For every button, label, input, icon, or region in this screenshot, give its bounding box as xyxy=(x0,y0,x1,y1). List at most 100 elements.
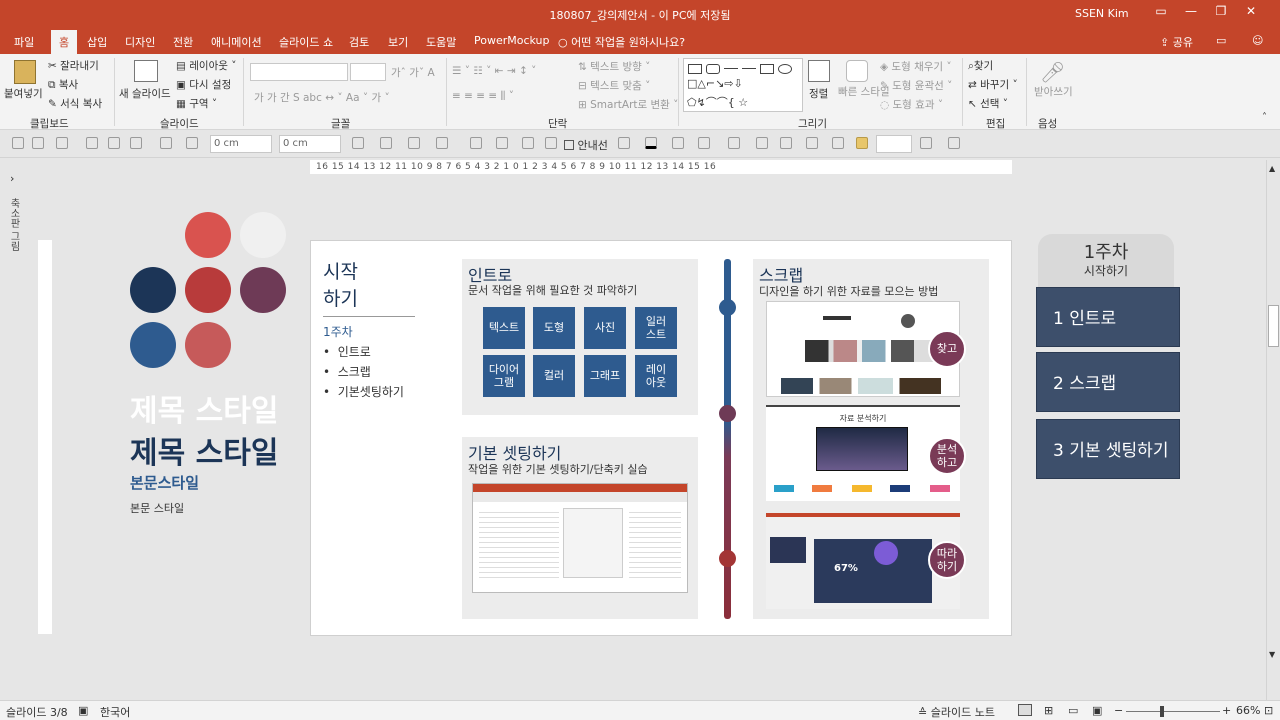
format-painter-button[interactable]: ✎ 서식 복사 xyxy=(48,96,102,111)
body-style-large[interactable]: 본문스타일 xyxy=(130,472,199,493)
arrow-line-shape-icon[interactable] xyxy=(742,68,756,69)
scroll-up-icon[interactable]: ▲ xyxy=(1269,164,1275,173)
toolbar-icon[interactable] xyxy=(56,137,68,149)
toolbar-combo[interactable] xyxy=(876,135,912,153)
zoom-slider-track[interactable] xyxy=(1126,711,1220,712)
rounded-rect-shape-icon[interactable] xyxy=(706,64,720,74)
setup-screenshot[interactable] xyxy=(472,483,688,593)
quick-styles-icon[interactable] xyxy=(846,60,868,82)
line-shape-icon[interactable] xyxy=(724,68,738,69)
select-button[interactable]: ↖ 선택 ˅ xyxy=(968,96,1008,111)
thumbnail-pane-collapsed[interactable]: › 축소판 그림 xyxy=(0,160,30,700)
tab-powermockup[interactable]: PowerMockup xyxy=(474,34,550,47)
close-icon[interactable]: ✕ xyxy=(1236,4,1266,24)
reset-button[interactable]: ▣ 다시 설정 xyxy=(176,77,231,92)
vertical-scrollbar[interactable]: ▲ ▼ xyxy=(1266,160,1280,700)
bullet-item[interactable]: • 인트로 xyxy=(323,343,371,360)
arrange-icon[interactable] xyxy=(808,60,830,82)
timeline-dot[interactable] xyxy=(719,550,736,567)
toolbar-icon[interactable] xyxy=(672,137,684,149)
topic-tile[interactable]: 그래프 xyxy=(584,355,626,397)
copy-button[interactable]: ⧉ 복사 xyxy=(48,77,78,92)
palette-circle[interactable] xyxy=(130,267,176,313)
palette-circle[interactable] xyxy=(240,212,286,258)
toolbar-icon[interactable] xyxy=(380,137,392,149)
toolbar-icon[interactable] xyxy=(948,137,960,149)
align-buttons[interactable]: ≡ ≡ ≡ ≡ ⫼ ˅ xyxy=(452,90,514,103)
spellcheck-icon[interactable]: ▣ xyxy=(78,704,88,717)
oval-shape-icon[interactable] xyxy=(778,64,792,74)
slide-canvas[interactable]: 시작 하기 1주차 • 인트로 • 스크랩 • 기본셋팅하기 인트로 문서 작업… xyxy=(310,240,1012,636)
topic-tile[interactable]: 도형 xyxy=(533,307,575,349)
toolbar-icon[interactable] xyxy=(522,137,534,149)
dictate-button[interactable]: 받아쓰기 xyxy=(1034,86,1073,98)
topic-tile[interactable]: 사진 xyxy=(584,307,626,349)
week-header-box[interactable]: 1주차 시작하기 xyxy=(1038,234,1174,290)
normal-view-icon[interactable] xyxy=(1018,704,1032,716)
timeline-dot[interactable] xyxy=(719,405,736,422)
ribbon-display-icon[interactable]: ▭ xyxy=(1146,4,1176,24)
title-style-dark[interactable]: 제목 스타일 xyxy=(130,428,278,472)
section-button[interactable]: ▦ 구역 ˅ xyxy=(176,96,217,111)
title-style-light[interactable]: 제목 스타일 xyxy=(130,386,278,430)
palette-circle[interactable] xyxy=(240,267,286,313)
tell-me-search[interactable]: ○ 어떤 작업을 원하시나요? xyxy=(558,34,685,50)
slideshow-icon[interactable]: ▣ xyxy=(1092,704,1102,717)
zoom-level[interactable]: 66% xyxy=(1236,704,1260,717)
paste-icon[interactable] xyxy=(14,60,36,84)
align-text-button[interactable]: ⊟ 텍스트 맞춤 ˅ xyxy=(578,78,650,93)
zoom-in-icon[interactable]: + xyxy=(1222,704,1231,717)
topic-tile[interactable]: 컬러 xyxy=(533,355,575,397)
toolbar-icon[interactable] xyxy=(12,137,24,149)
user-name[interactable]: SSEN Kim xyxy=(1075,7,1129,20)
tab-file[interactable]: 파일 xyxy=(14,34,34,50)
rectangle-shape-icon[interactable] xyxy=(688,64,702,74)
palette-circle[interactable] xyxy=(130,322,176,368)
language-label[interactable]: 한국어 xyxy=(100,704,130,720)
comment-icon[interactable]: ▭ xyxy=(1216,34,1226,47)
toolbar-icon[interactable] xyxy=(496,137,508,149)
toolbar-icon[interactable] xyxy=(920,137,932,149)
shape-effects-button[interactable]: ◌ 도형 효과 ˅ xyxy=(880,97,943,112)
layout-button[interactable]: ▤ 레이아웃 ˅ xyxy=(176,58,237,73)
new-slide-icon[interactable] xyxy=(134,60,158,82)
toolbar-icon[interactable] xyxy=(108,137,120,149)
shapes-gallery[interactable]: □△⌐↘⇨⇩ ⬠↯⌒⌒{ ☆ xyxy=(683,58,803,112)
toolbar-icon[interactable] xyxy=(618,137,630,149)
tab-home[interactable]: 홈 xyxy=(51,30,78,54)
toolbar-icon[interactable] xyxy=(470,137,482,149)
body-style-small[interactable]: 본문 스타일 xyxy=(130,500,184,516)
toolbar-icon[interactable] xyxy=(160,137,172,149)
step-badge[interactable]: 따라 하기 xyxy=(928,541,966,579)
tab-animations[interactable]: 애니메이션 xyxy=(211,34,262,50)
timeline-dot[interactable] xyxy=(719,299,736,316)
font-size-buttons[interactable]: 가ˆ 가ˇ A xyxy=(391,65,435,80)
width-field[interactable]: 0 cm xyxy=(210,135,272,153)
scroll-thumb[interactable] xyxy=(1268,305,1279,347)
height-field[interactable]: 0 cm xyxy=(279,135,341,153)
shape-fill-button[interactable]: ◈ 도형 채우기 ˅ xyxy=(880,59,952,74)
nav-item[interactable]: 2 스크랩 xyxy=(1036,352,1180,412)
tab-transitions[interactable]: 전환 xyxy=(173,34,193,50)
rect2-shape-icon[interactable] xyxy=(760,64,774,74)
zoom-slider-thumb[interactable] xyxy=(1160,706,1164,717)
tab-insert[interactable]: 삽입 xyxy=(87,34,107,50)
new-slide-button[interactable]: 새 슬라이드 xyxy=(119,86,171,101)
toolbar-icon[interactable] xyxy=(832,137,844,149)
slide-sorter-icon[interactable]: ⊞ xyxy=(1044,704,1053,717)
toolbar-icon[interactable] xyxy=(130,137,142,149)
toolbar-icon[interactable] xyxy=(32,137,44,149)
tab-slideshow[interactable]: 슬라이드 쇼 xyxy=(279,34,333,50)
cut-button[interactable]: ✂ 잘라내기 xyxy=(48,58,99,73)
nav-item[interactable]: 1 인트로 xyxy=(1036,287,1180,347)
toolbar-icon[interactable] xyxy=(186,137,198,149)
find-button[interactable]: ⌕찾기 xyxy=(968,58,993,73)
setup-box[interactable]: 기본 셋팅하기 작업을 위한 기본 셋팅하기/단축키 실습 xyxy=(462,437,698,619)
fit-slide-icon[interactable]: ⊡ xyxy=(1264,704,1273,717)
maximize-icon[interactable]: ❐ xyxy=(1206,4,1236,24)
bullet-item[interactable]: • 스크랩 xyxy=(323,363,371,380)
toolbar-icon[interactable] xyxy=(86,137,98,149)
scrap-box[interactable]: 스크랩 디자인을 하기 위한 자료를 모으는 방법 자료 분석하기 67% 찾고… xyxy=(753,259,989,619)
shape-row3[interactable]: ⬠↯⌒⌒{ ☆ xyxy=(687,94,748,110)
text-direction-button[interactable]: ⇅ 텍스트 방향 ˅ xyxy=(578,59,650,74)
